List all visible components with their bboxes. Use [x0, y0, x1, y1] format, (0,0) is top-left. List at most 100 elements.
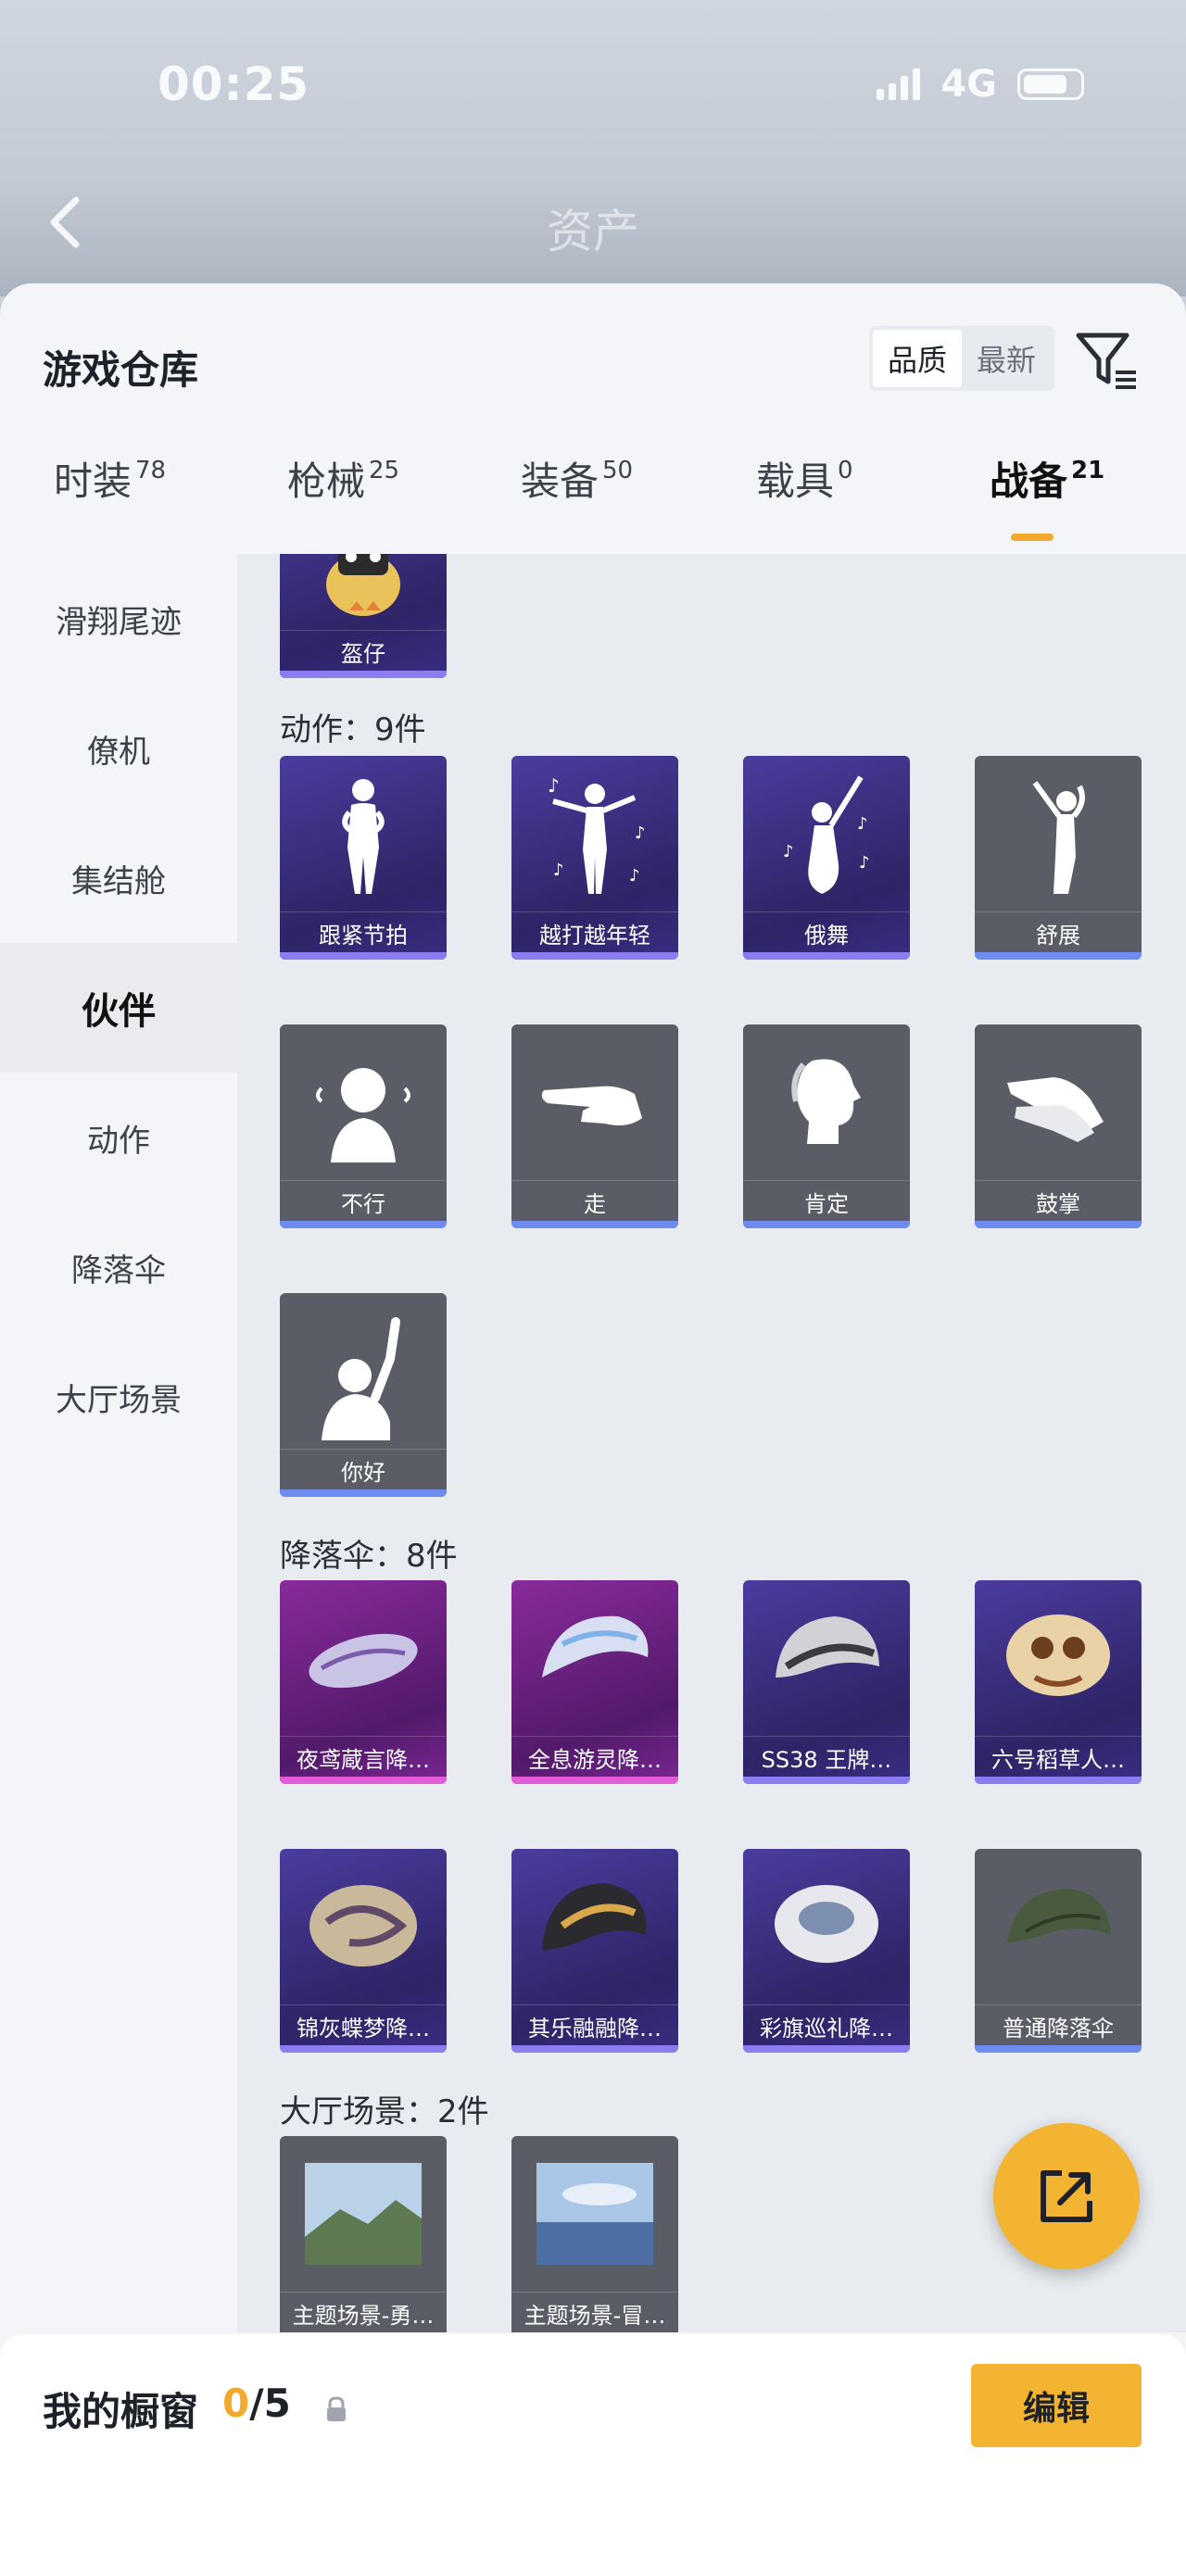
- tab-vehicles[interactable]: 载具 0: [756, 450, 853, 507]
- item-card[interactable]: SS38 王牌…: [743, 1580, 910, 1784]
- rarity-bar: [975, 1221, 1142, 1228]
- emote-art: [280, 1293, 447, 1449]
- sort-quality-button[interactable]: 品质: [873, 330, 962, 387]
- rarity-bar: [511, 2045, 678, 2053]
- item-card[interactable]: 夜鸢蔵言降…: [280, 1580, 447, 1784]
- emote-art: [975, 756, 1142, 911]
- item-label: 越打越年轻: [511, 911, 678, 953]
- rarity-bar: [743, 1221, 910, 1228]
- item-label: SS38 王牌…: [743, 1736, 910, 1778]
- sidebar-item-lobby[interactable]: 大厅场景: [0, 1332, 237, 1462]
- sidebar-item-wingman[interactable]: 僚机: [0, 684, 237, 813]
- parachute-icon: [309, 1885, 417, 1967]
- tab-guns[interactable]: 枪械 25: [287, 450, 399, 507]
- rarity-bar: [280, 952, 447, 960]
- showcase-max: /5: [249, 2381, 291, 2426]
- item-label: 六号稻草人…: [975, 1736, 1142, 1778]
- sidebar-item-companion[interactable]: 伙伴: [0, 943, 237, 1073]
- item-card[interactable]: 彩旗巡礼降…: [743, 1849, 910, 2053]
- item-label: 其乐融融降…: [511, 2004, 678, 2046]
- item-card[interactable]: ♪ ♪ ♪ 俄舞: [743, 756, 910, 960]
- svg-text:♪: ♪: [857, 814, 868, 834]
- tab-label: 战备: [990, 459, 1068, 504]
- tab-tactical[interactable]: 战备 21: [990, 450, 1104, 507]
- item-label: 盔仔: [280, 630, 447, 672]
- filter-icon[interactable]: [1075, 330, 1140, 391]
- sidebar-item-parachute[interactable]: 降落伞: [0, 1202, 237, 1332]
- share-button[interactable]: [993, 2123, 1140, 2269]
- svg-text:♪: ♪: [859, 853, 870, 873]
- item-card[interactable]: 鼓掌: [975, 1024, 1142, 1228]
- page-title: 游戏仓库: [43, 347, 199, 393]
- emote-art: [743, 1024, 910, 1180]
- svg-text:♪: ♪: [548, 774, 560, 797]
- item-label: 俄舞: [743, 911, 910, 953]
- item-label: 走: [511, 1180, 678, 1222]
- sidebar-item-actions[interactable]: 动作: [0, 1073, 237, 1202]
- showcase-count: 0/5: [222, 2381, 291, 2426]
- showcase-current: 0: [222, 2381, 250, 2426]
- item-card[interactable]: 跟紧节拍: [280, 756, 447, 960]
- status-indicators: 4G: [877, 63, 1084, 106]
- stretch-figure-icon: [1032, 781, 1085, 894]
- nod-head-icon: [791, 1059, 861, 1144]
- item-card[interactable]: 盔仔: [280, 554, 447, 678]
- scene-art: [511, 2136, 678, 2292]
- rarity-bar: [280, 1777, 447, 1784]
- item-card[interactable]: 主题场景-冒…: [511, 2136, 678, 2332]
- mascot-icon: [326, 554, 400, 616]
- parachute-art: [743, 1580, 910, 1736]
- rarity-bar: [975, 952, 1142, 960]
- item-card[interactable]: 不行: [280, 1024, 447, 1228]
- clapping-hands-icon: [1007, 1077, 1104, 1142]
- item-grid: 盔仔 动作：9件 跟紧节拍 ♪ ♪ ♪ ♪ 越打越年轻 ♪ ♪ ♪ 俄舞 舒展 …: [237, 554, 1186, 2332]
- item-label: 鼓掌: [975, 1180, 1142, 1222]
- item-label: 主题场景-勇…: [280, 2292, 447, 2332]
- rarity-bar: [511, 952, 678, 960]
- item-card[interactable]: 主题场景-勇…: [280, 2136, 447, 2332]
- item-card[interactable]: 舒展: [975, 756, 1142, 960]
- rarity-bar: [743, 2045, 910, 2053]
- seascape-icon: [536, 2163, 653, 2265]
- tab-fashion[interactable]: 时装 78: [54, 450, 166, 507]
- companion-art: [280, 554, 447, 630]
- item-card[interactable]: 六号稻草人…: [975, 1580, 1142, 1784]
- item-label: 主题场景-冒…: [511, 2292, 678, 2332]
- item-card[interactable]: 全息游灵降…: [511, 1580, 678, 1784]
- item-card[interactable]: 锦灰蝶梦降…: [280, 1849, 447, 2053]
- emote-art: ♪ ♪ ♪: [743, 756, 910, 911]
- share-icon: [1041, 2170, 1092, 2222]
- item-card[interactable]: 你好: [280, 1293, 447, 1497]
- tab-count: 25: [369, 457, 400, 484]
- back-icon[interactable]: [43, 195, 89, 250]
- item-card[interactable]: ♪ ♪ ♪ ♪ 越打越年轻: [511, 756, 678, 960]
- tab-equipment[interactable]: 装备 50: [521, 450, 633, 507]
- network-label: 4G: [940, 63, 997, 106]
- sort-newest-button[interactable]: 最新: [962, 330, 1051, 387]
- item-card[interactable]: 普通降落伞: [975, 1849, 1142, 2053]
- sidebar-item-pod[interactable]: 集结舱: [0, 813, 237, 943]
- parachute-icon: [542, 1615, 649, 1678]
- emote-art: [280, 756, 447, 911]
- emote-art: ♪ ♪ ♪ ♪: [511, 756, 678, 911]
- section-title-parachutes: 降落伞：8件: [280, 1538, 458, 1575]
- signal-icon: [877, 69, 921, 100]
- sidebar-item-glide-trail[interactable]: 滑翔尾迹: [0, 554, 237, 684]
- parachute-icon: [776, 1616, 879, 1678]
- item-card[interactable]: 其乐融融降…: [511, 1849, 678, 2053]
- tab-count: 0: [838, 457, 853, 484]
- item-card[interactable]: 走: [511, 1024, 678, 1228]
- waving-figure-icon: [322, 1317, 400, 1440]
- dance-figure-icon: [342, 779, 385, 894]
- tab-label: 枪械: [287, 459, 366, 504]
- battery-icon: [1017, 69, 1084, 100]
- rarity-bar: [975, 2045, 1142, 2053]
- tab-count: 50: [602, 457, 634, 484]
- edit-button[interactable]: 编辑: [971, 2364, 1142, 2447]
- item-card[interactable]: 肯定: [743, 1024, 910, 1228]
- pointing-hand-icon: [541, 1086, 642, 1125]
- tab-label: 装备: [521, 459, 599, 504]
- rarity-bar: [511, 1777, 678, 1784]
- sort-toggle: 品质 最新: [869, 326, 1054, 391]
- category-tabs: 时装 78 枪械 25 装备 50 载具 0 战备 21: [0, 450, 1186, 543]
